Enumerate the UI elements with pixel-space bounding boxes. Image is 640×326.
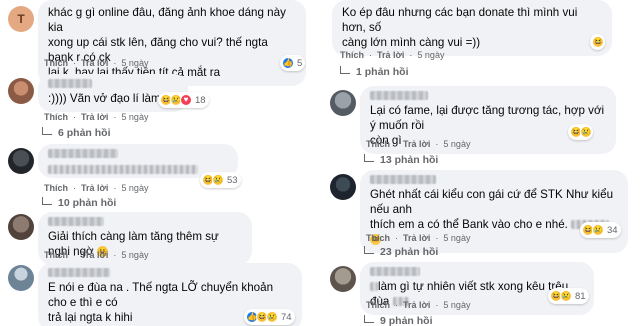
like-link[interactable]: Thích: [366, 233, 390, 243]
view-replies-link[interactable]: 23 phản hồi: [364, 246, 438, 258]
comment-text: càng lớn mình càng vui =)): [342, 36, 481, 49]
reaction-count: 18: [195, 94, 206, 106]
comment-text: E nói e đùa na . Thế ngta LỠ chuyển khoả…: [48, 281, 274, 309]
reply-link[interactable]: Trả lời: [403, 139, 430, 149]
reaction-summary[interactable]: 😆 😢 81: [548, 288, 589, 304]
reply-link[interactable]: Trả lời: [81, 58, 108, 68]
sad-reaction-icon: 😢: [560, 290, 572, 302]
view-replies-link[interactable]: 9 phản hồi: [364, 315, 433, 326]
reply-arrow-icon: [340, 66, 350, 74]
comment-time[interactable]: 5 ngày: [443, 233, 470, 243]
avatar[interactable]: [8, 148, 34, 174]
reply-link[interactable]: Trả lời: [81, 183, 108, 193]
reaction-summary[interactable]: 😆 😢 ♥ 18: [158, 92, 209, 108]
avatar[interactable]: T: [8, 6, 34, 32]
reply-link[interactable]: Trả lời: [403, 300, 430, 310]
sad-reaction-icon: 😢: [592, 224, 604, 236]
view-replies-link[interactable]: 1 phản hồi: [340, 66, 409, 78]
avatar[interactable]: [330, 266, 356, 292]
comment-meta: Thích · Trả lời · 5 ngày: [366, 300, 471, 310]
reply-link[interactable]: Trả lời: [81, 112, 108, 122]
like-link[interactable]: Thích: [44, 112, 68, 122]
like-link[interactable]: Thích: [340, 50, 364, 60]
comment-time[interactable]: 5 ngày: [121, 183, 148, 193]
like-reaction-icon: 👍: [282, 57, 294, 69]
reaction-summary[interactable]: 😆: [590, 34, 605, 50]
comment-meta: Thích · Trả lời · 5 ngày: [366, 139, 471, 149]
blurred-name: [48, 79, 92, 88]
comment-time[interactable]: 5 ngày: [443, 300, 470, 310]
reaction-count: 5: [297, 57, 303, 69]
reaction-summary[interactable]: 😆 😢 34: [580, 222, 621, 238]
avatar[interactable]: [8, 78, 34, 104]
comment-time[interactable]: 5 ngày: [121, 58, 148, 68]
like-link[interactable]: Thích: [366, 300, 390, 310]
comment-text: Ko ép đâu nhưng các bạn donate thì mình …: [342, 6, 578, 34]
reply-arrow-icon: [42, 197, 52, 205]
blurred-mention: [370, 282, 378, 292]
reaction-count: 34: [607, 224, 618, 236]
column-divider: [319, 0, 322, 326]
comment-meta: Thích · Trả lời · 5 ngày: [44, 112, 149, 122]
replies-count: 1 phản hồi: [356, 66, 409, 78]
replies-count: 10 phản hồi: [58, 197, 117, 209]
comment-meta: Thích · Trả lời · 5 ngày: [366, 233, 471, 243]
like-link[interactable]: Thích: [44, 58, 68, 68]
reaction-count: 53: [227, 174, 238, 186]
reply-arrow-icon: [364, 315, 374, 323]
comment-meta: Thích · Trả lời · 5 ngày: [44, 58, 149, 68]
reaction-summary[interactable]: 😆 😢: [568, 124, 593, 140]
avatar[interactable]: [8, 214, 34, 240]
reply-link[interactable]: Trả lời: [403, 233, 430, 243]
reaction-summary[interactable]: 👍 😆 😢 74: [244, 309, 295, 325]
reply-link[interactable]: Trả lời: [81, 250, 108, 260]
comment-meta: Thích · Trả lời · 5 ngày: [44, 250, 149, 260]
sad-reaction-icon: 😢: [212, 174, 224, 186]
reaction-count: 74: [281, 311, 292, 323]
comment-time[interactable]: 5 ngày: [417, 50, 444, 60]
sad-reaction-icon: 😢: [580, 126, 592, 138]
love-reaction-icon: ♥: [180, 94, 192, 106]
comment-meta: Thích · Trả lời · 5 ngày: [44, 183, 149, 193]
reaction-count: 81: [575, 290, 586, 302]
blurred-name: [370, 175, 436, 184]
comment-time[interactable]: 5 ngày: [443, 139, 470, 149]
replies-count: 9 phản hồi: [380, 315, 433, 326]
reply-arrow-icon: [42, 127, 52, 135]
avatar[interactable]: [330, 174, 356, 200]
view-replies-link[interactable]: 6 phản hồi: [42, 127, 111, 139]
reply-arrow-icon: [364, 154, 374, 162]
comment-meta: Thích · Trả lời · 5 ngày: [340, 50, 445, 60]
blurred-name: [48, 149, 118, 158]
sad-reaction-icon: 😢: [266, 311, 278, 323]
view-replies-link[interactable]: 10 phản hồi: [42, 197, 116, 209]
like-link[interactable]: Thích: [366, 139, 390, 149]
view-replies-link[interactable]: 13 phản hồi: [364, 154, 438, 166]
comment-text: Ghét nhất cái kiểu con gái cứ để STK Như…: [370, 188, 614, 216]
avatar[interactable]: [8, 265, 34, 291]
comment-text: khác g gì online đâu, đăng ảnh khoe dáng…: [48, 6, 286, 34]
blurred-name: [48, 217, 104, 226]
blurred-name: [370, 91, 428, 100]
comment-time[interactable]: 5 ngày: [121, 250, 148, 260]
reaction-summary[interactable]: 😆 😢 53: [200, 172, 241, 188]
like-link[interactable]: Thích: [44, 250, 68, 260]
avatar[interactable]: [330, 90, 356, 116]
replies-count: 23 phản hồi: [380, 246, 439, 258]
comment-time[interactable]: 5 ngày: [121, 112, 148, 122]
blurred-name: [48, 268, 110, 277]
reply-arrow-icon: [364, 246, 374, 254]
blurred-comment-text: [48, 165, 198, 175]
like-link[interactable]: Thích: [44, 183, 68, 193]
avatar-letter: T: [17, 12, 25, 26]
haha-reaction-icon: 😆: [592, 36, 604, 48]
reply-link[interactable]: Trả lời: [377, 50, 404, 60]
blurred-name: [370, 267, 420, 276]
reaction-summary[interactable]: 👍 5: [280, 55, 306, 71]
replies-count: 6 phản hồi: [58, 127, 111, 139]
comment-text: thích em a có thể Bank vào cho e nhé.: [370, 218, 568, 231]
comment-bubble: Ko ép đâu nhưng các bạn donate thì mình …: [332, 0, 612, 56]
replies-count: 13 phản hồi: [380, 154, 439, 166]
